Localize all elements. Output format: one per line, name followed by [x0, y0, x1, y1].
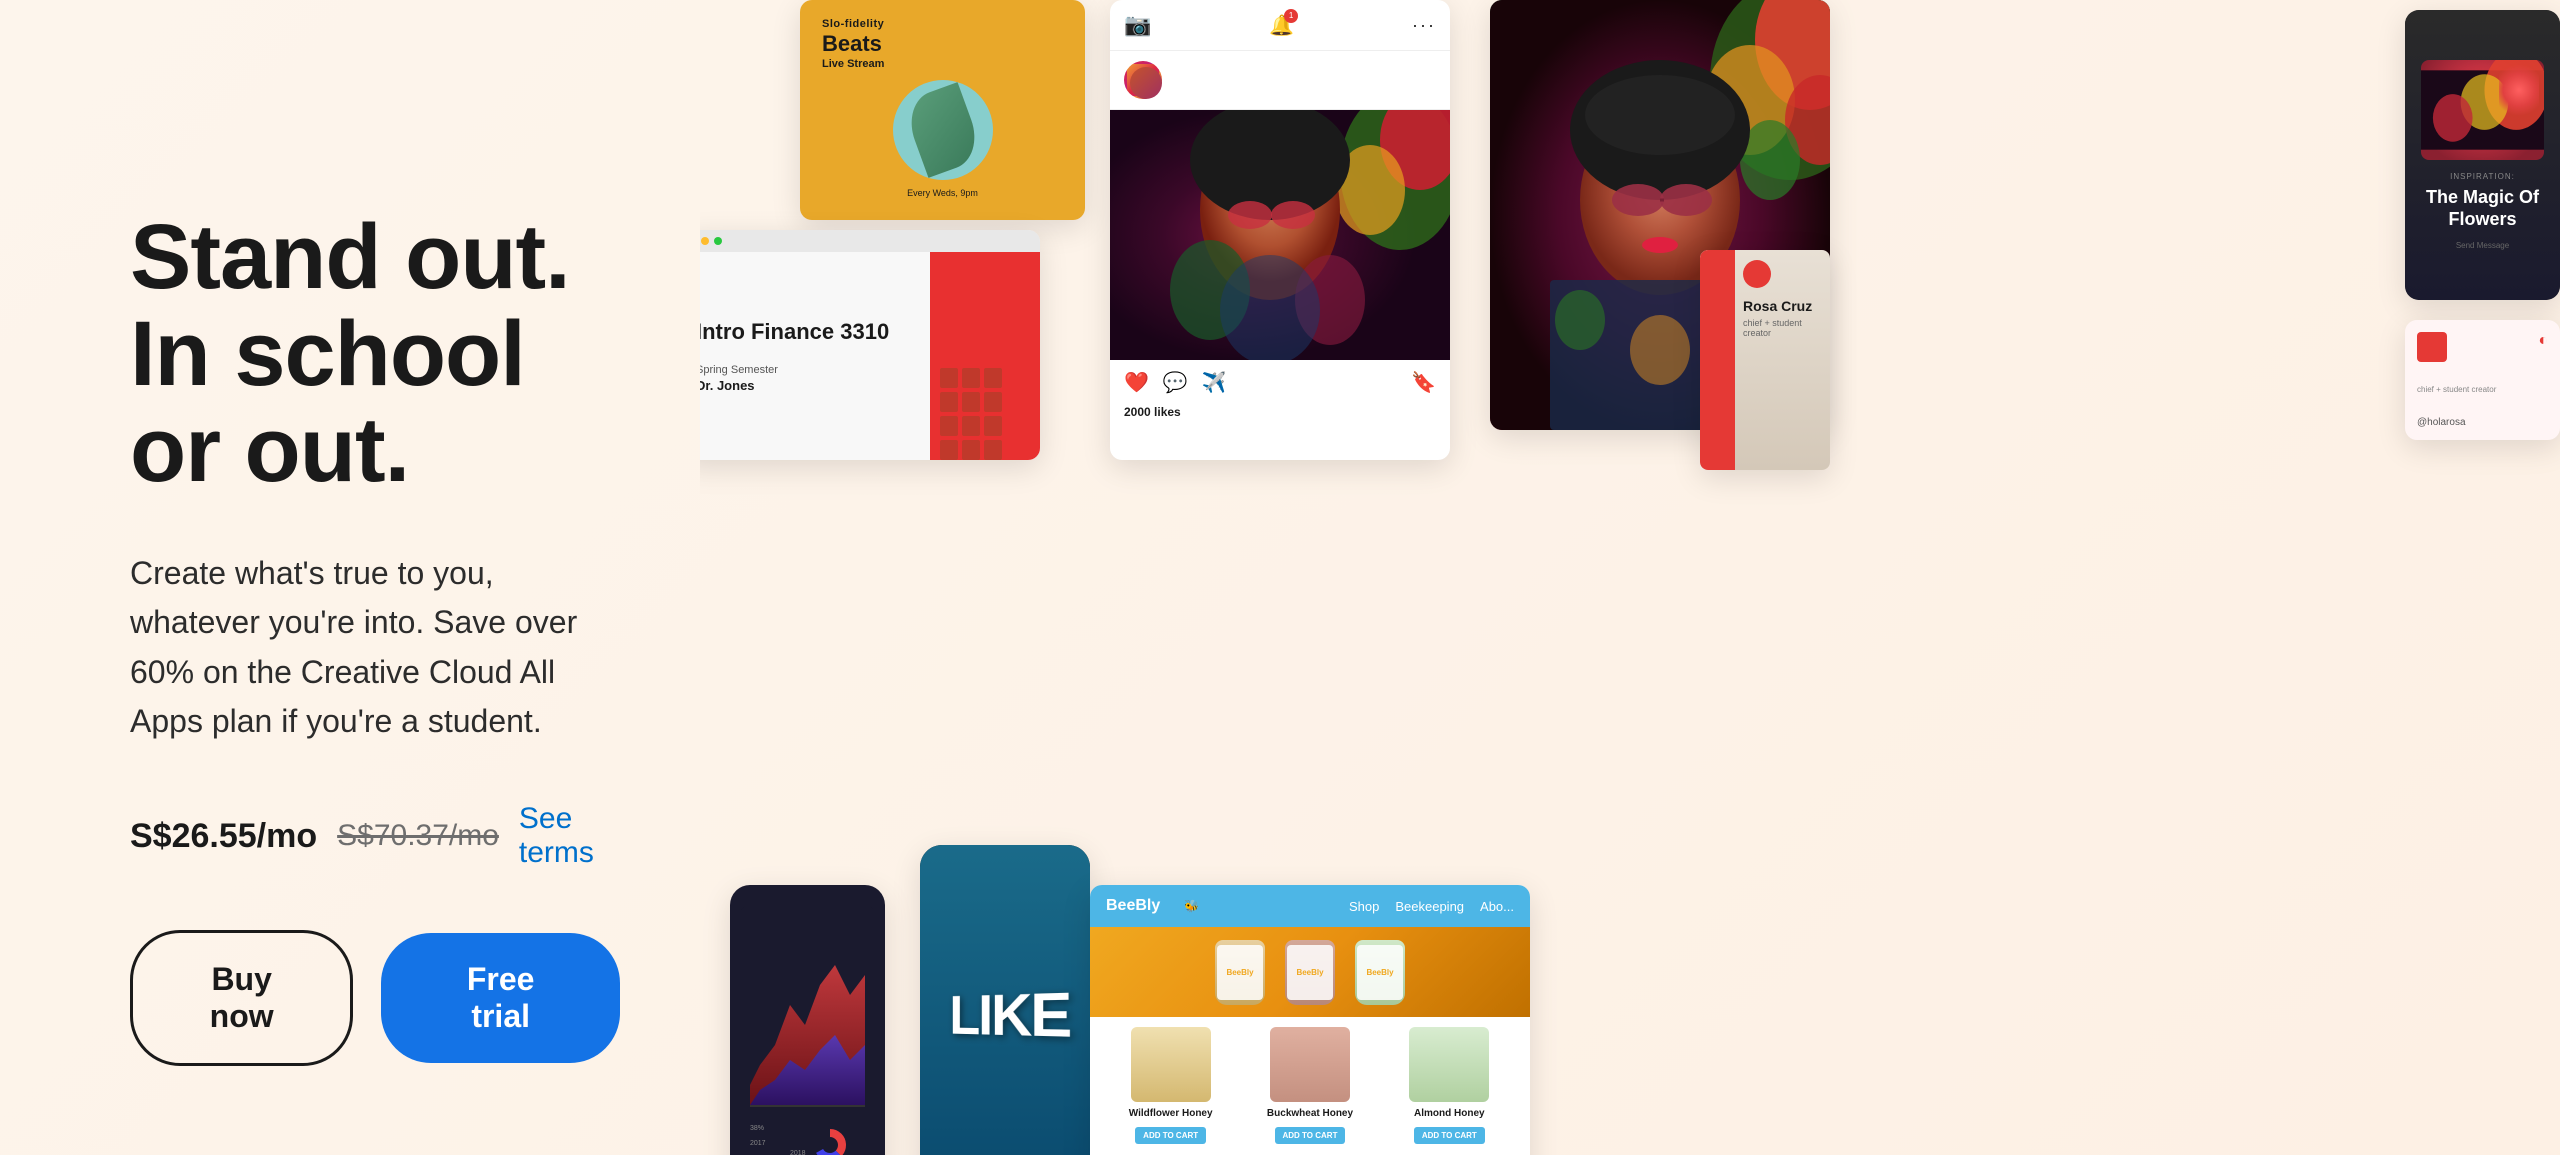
svg-text:2017: 2017: [750, 1140, 766, 1147]
holarosa-card: ◐ chief + student creator @holarosa: [2405, 320, 2560, 440]
beebly-product-3: Almond Honey ADD TO CART: [1385, 1027, 1514, 1144]
add-to-cart-button-3[interactable]: ADD TO CART: [1414, 1127, 1485, 1144]
svg-text:2018: 2018: [790, 1150, 806, 1155]
beats-subtitle: Live Stream: [822, 58, 1063, 70]
beats-label: Slo-fidelity: [822, 18, 1063, 30]
page-container: Stand out. In school or out. Create what…: [0, 0, 2560, 1155]
share-icon[interactable]: ✈️: [1202, 370, 1227, 395]
beats-card: Slo-fidelity Beats Live Stream Every Wed…: [800, 0, 1085, 220]
right-visuals: Slo-fidelity Beats Live Stream Every Wed…: [700, 0, 2560, 1155]
add-to-cart-button-1[interactable]: ADD TO CART: [1135, 1127, 1206, 1144]
subtext: Create what's true to you, whatever you'…: [130, 549, 620, 747]
buy-now-button[interactable]: Buy now: [130, 930, 353, 1066]
add-to-cart-button-2[interactable]: ADD TO CART: [1275, 1127, 1346, 1144]
left-content: Stand out. In school or out. Create what…: [0, 0, 700, 1155]
camera-icon: 📷: [1124, 12, 1151, 38]
holarosa-logo: [2417, 332, 2447, 362]
red-stripe: [1700, 250, 1735, 470]
finance-card: Intro Finance 3310 Spring Semester Dr. J…: [700, 230, 1040, 460]
like-phone-card: LIKE: [920, 845, 1090, 1155]
finance-professor: Dr. Jones: [700, 378, 914, 393]
insta-photo: [1110, 110, 1450, 360]
finance-semester: Spring Semester: [700, 364, 914, 376]
headline: Stand out. In school or out.: [130, 209, 620, 499]
rosa-card: Rosa Cruz chief + student creator: [1700, 250, 1830, 470]
product1-name: Wildflower Honey: [1106, 1108, 1235, 1119]
beebly-logo: BeeBly: [1106, 897, 1160, 915]
product3-image: [1409, 1027, 1489, 1102]
price-current: S$26.55/mo: [130, 817, 317, 856]
analytics-phone-card: 38% 2017 2018: [730, 885, 885, 1155]
beats-footer: Every Weds, 9pm: [822, 188, 1063, 198]
bookmark-icon[interactable]: 🔖: [1411, 370, 1436, 395]
beebly-nav-beekeeping[interactable]: Beekeeping: [1395, 899, 1464, 914]
magic-card: INSPIRATION: The Magic Of Flowers Send M…: [2405, 10, 2560, 300]
buttons-row: Buy now Free trial: [130, 930, 620, 1066]
holarosa-handle: @holarosa: [2417, 417, 2548, 428]
price-original: S$70.37/mo: [337, 819, 499, 853]
magic-title: The Magic Of Flowers: [2421, 187, 2544, 230]
product2-image: [1270, 1027, 1350, 1102]
product2-name: Buckwheat Honey: [1245, 1108, 1374, 1119]
product1-image: [1131, 1027, 1211, 1102]
comment-icon[interactable]: 💬: [1163, 370, 1188, 395]
see-terms-link[interactable]: See terms: [519, 802, 620, 870]
heart-icon[interactable]: ❤️: [1124, 370, 1149, 395]
instagram-card: 📷 🔔 1 ···: [1110, 0, 1450, 460]
beebly-nav-about[interactable]: Abo...: [1480, 899, 1514, 914]
more-icon: ···: [1412, 15, 1436, 36]
magic-image: [2421, 60, 2544, 160]
beebly-nav-shop[interactable]: Shop: [1349, 899, 1379, 914]
finance-title: Intro Finance 3310: [700, 319, 914, 345]
pricing-row: S$26.55/mo S$70.37/mo See terms: [130, 802, 620, 870]
likes-count: 2000 likes: [1110, 405, 1450, 427]
svg-text:38%: 38%: [750, 1125, 764, 1132]
like-text: LIKE: [950, 979, 1071, 1052]
beebly-card: BeeBly 🐝 Shop Beekeeping Abo... BeeBly B…: [1090, 885, 1530, 1155]
rosa-title: chief + student creator: [1743, 318, 1822, 338]
notification-icon: 🔔 1: [1269, 13, 1294, 38]
beebly-product-2: Buckwheat Honey ADD TO CART: [1245, 1027, 1374, 1144]
product3-name: Almond Honey: [1385, 1108, 1514, 1119]
beats-title: Beats: [822, 32, 1063, 56]
free-trial-button[interactable]: Free trial: [381, 933, 620, 1063]
beebly-product-1: Wildflower Honey ADD TO CART: [1106, 1027, 1235, 1144]
rosa-name: Rosa Cruz: [1743, 298, 1822, 314]
magic-label: INSPIRATION:: [2450, 172, 2515, 181]
